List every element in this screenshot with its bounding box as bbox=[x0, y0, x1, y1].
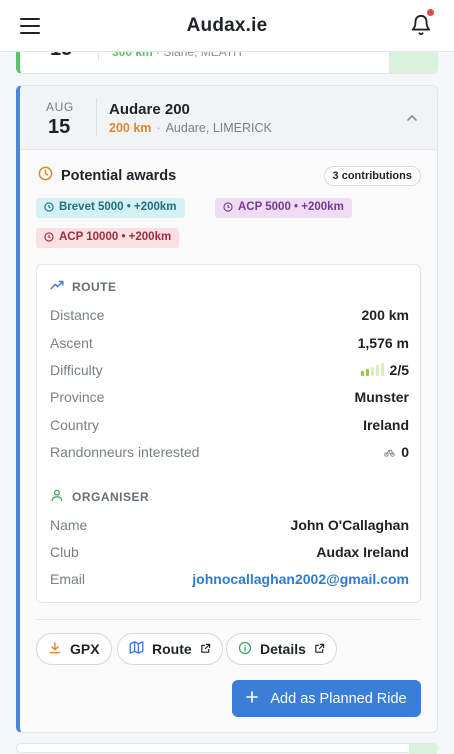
bell-icon[interactable] bbox=[410, 7, 436, 36]
potential-awards-heading: Potential awards bbox=[38, 166, 176, 185]
top-app-bar: Audax.ie bbox=[0, 0, 454, 52]
difficulty-meter bbox=[360, 363, 384, 376]
ride-day: 15 bbox=[48, 116, 71, 138]
route-ascent-row: Ascent 1,576 m bbox=[50, 335, 409, 351]
organiser-club-row: Club Audax Ireland bbox=[50, 544, 409, 560]
clock-icon bbox=[44, 202, 54, 212]
clock-icon bbox=[223, 202, 233, 212]
contributions-badge: 3 contributions bbox=[323, 166, 421, 186]
external-link-icon bbox=[314, 641, 325, 657]
organiser-email-row: Email johnocallaghan2002@gmail.com bbox=[50, 571, 409, 587]
clock-icon bbox=[44, 232, 54, 242]
chevron-up-icon[interactable] bbox=[406, 111, 418, 123]
add-planned-ride-button[interactable]: Add as Planned Ride bbox=[232, 680, 421, 717]
info-icon bbox=[238, 641, 252, 658]
award-badge: Brevet 5000 • +200km bbox=[36, 198, 185, 218]
gpx-download-button[interactable]: GPX bbox=[36, 633, 112, 665]
trending-up-icon bbox=[50, 278, 64, 295]
organiser-email-link[interactable]: johnocallaghan2002@gmail.com bbox=[192, 571, 409, 587]
award-badge: ACP 10000 • +200km bbox=[36, 228, 180, 248]
route-interested-row: Randonneurs interested 0 bbox=[50, 444, 409, 461]
organiser-section-heading: ORGANISER bbox=[50, 488, 149, 505]
user-icon bbox=[50, 488, 64, 505]
app-title: Audax.ie bbox=[186, 15, 268, 36]
download-icon bbox=[48, 641, 62, 658]
bike-icon bbox=[384, 445, 396, 461]
ride-card: AUG 15 Audare 200 200 km · Audare, LIMERIC… bbox=[16, 85, 438, 733]
route-difficulty-row: Difficulty 2/5 bbox=[50, 362, 409, 378]
ride-meta: 200 km · Audare, LIMERICK bbox=[109, 121, 272, 135]
difficulty-bar bbox=[380, 363, 384, 376]
route-province-row: Province Munster bbox=[50, 389, 409, 405]
ride-month: AUG bbox=[46, 100, 74, 114]
clock-icon bbox=[38, 166, 53, 185]
route-country-row: Country Ireland bbox=[50, 417, 409, 433]
ride-title: Audare 200 bbox=[109, 101, 190, 118]
notification-badge bbox=[425, 7, 436, 18]
next-ride-card[interactable] bbox=[16, 743, 438, 754]
next-ride-status-panel bbox=[409, 744, 437, 754]
route-link-button[interactable]: Route bbox=[117, 633, 223, 665]
divider bbox=[36, 619, 421, 620]
map-icon bbox=[129, 640, 144, 658]
ride-info-panel: ROUTE Distance 200 km Ascent 1,576 m Diffi… bbox=[36, 264, 421, 603]
difficulty-bar bbox=[375, 365, 379, 376]
plus-icon bbox=[246, 690, 259, 707]
ride-distance: 200 km bbox=[109, 121, 152, 135]
route-section-heading: ROUTE bbox=[50, 278, 117, 295]
difficulty-bar bbox=[360, 371, 364, 376]
ride-location: Audare, LIMERICK bbox=[165, 121, 272, 135]
difficulty-bar bbox=[370, 367, 374, 376]
award-badge: ACP 5000 • +200km bbox=[215, 198, 352, 218]
details-link-button[interactable]: Details bbox=[226, 633, 337, 665]
divider bbox=[96, 98, 97, 136]
ride-card-header[interactable]: AUG 15 Audare 200 200 km · Audare, LIMERIC… bbox=[20, 86, 437, 150]
external-link-icon bbox=[200, 641, 211, 657]
difficulty-bar bbox=[365, 369, 369, 376]
route-distance-row: Distance 200 km bbox=[50, 307, 409, 323]
organiser-name-row: Name John O'Callaghan bbox=[50, 517, 409, 533]
